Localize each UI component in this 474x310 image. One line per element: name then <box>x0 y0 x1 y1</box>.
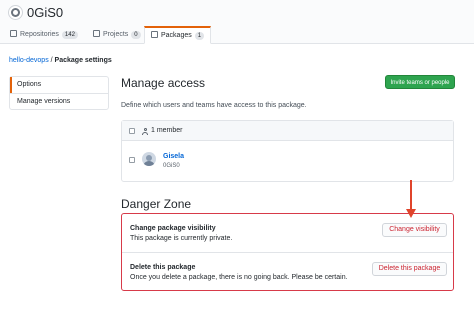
tab-repositories-label: Repositories <box>20 31 59 38</box>
tab-projects-count: 0 <box>131 31 141 39</box>
person-icon <box>142 128 148 135</box>
invite-teams-button[interactable]: Invite teams or people <box>385 75 455 89</box>
visibility-row: Change package visibility This package i… <box>122 214 453 252</box>
settings-menu: Options Manage versions <box>9 76 109 110</box>
member-checkbox[interactable] <box>129 157 135 163</box>
select-all-checkbox[interactable] <box>129 128 135 134</box>
visibility-title: Change package visibility <box>130 225 216 232</box>
tab-repositories-count: 142 <box>61 31 78 39</box>
delete-title: Delete this package <box>130 264 196 271</box>
visibility-text: This package is currently private. <box>130 235 233 242</box>
avatar-center <box>13 10 18 15</box>
tab-packages-label: Packages <box>161 32 192 39</box>
members-list: 1 member Gisela 0GiS0 <box>121 120 454 182</box>
org-name[interactable]: 0GiS0 <box>27 5 63 21</box>
avatar-shoulders <box>143 161 155 166</box>
delete-text: Once you delete a package, there is no g… <box>130 274 348 281</box>
person-icon-body <box>142 131 148 135</box>
delete-package-button[interactable]: Delete this package <box>372 262 447 276</box>
tab-projects-label: Projects <box>103 31 129 38</box>
danger-zone-box: Change package visibility This package i… <box>121 213 454 291</box>
danger-zone-title: Danger Zone <box>121 197 192 211</box>
annotation-arrow-icon <box>406 180 416 218</box>
manage-access-description: Define which users and teams have access… <box>121 102 307 109</box>
manage-access-title: Manage access <box>121 76 206 90</box>
breadcrumb-current-page: Package settings <box>54 57 112 64</box>
arrow-head <box>406 209 416 218</box>
member-count: 1 member <box>151 127 183 134</box>
change-visibility-button[interactable]: Change visibility <box>382 223 447 237</box>
tab-packages-count: 1 <box>194 32 205 40</box>
org-header: 0GiS0 Repositories 142 Projects 0 Packages… <box>0 0 474 44</box>
avatar[interactable] <box>142 152 156 166</box>
delete-row: Delete this package Once you delete a pa… <box>122 252 453 290</box>
tab-repositories[interactable]: Repositories 142 <box>10 26 78 44</box>
breadcrumb: hello-devops / Package settings <box>9 56 112 66</box>
menu-item-manage-versions[interactable]: Manage versions <box>10 93 108 109</box>
package-icon <box>151 31 158 38</box>
repo-icon <box>10 30 17 37</box>
breadcrumb-package-link[interactable]: hello-devops <box>9 57 49 64</box>
project-icon <box>93 30 100 37</box>
member-login: 0GiS0 <box>163 163 180 169</box>
org-avatar[interactable] <box>8 5 23 20</box>
member-name[interactable]: Gisela <box>163 152 184 161</box>
tab-packages[interactable]: Packages 1 <box>144 26 212 44</box>
person-icon-head <box>143 128 147 131</box>
tab-projects[interactable]: Projects 0 <box>93 26 141 44</box>
menu-item-options[interactable]: Options <box>10 77 108 93</box>
members-list-header: 1 member <box>122 121 453 141</box>
